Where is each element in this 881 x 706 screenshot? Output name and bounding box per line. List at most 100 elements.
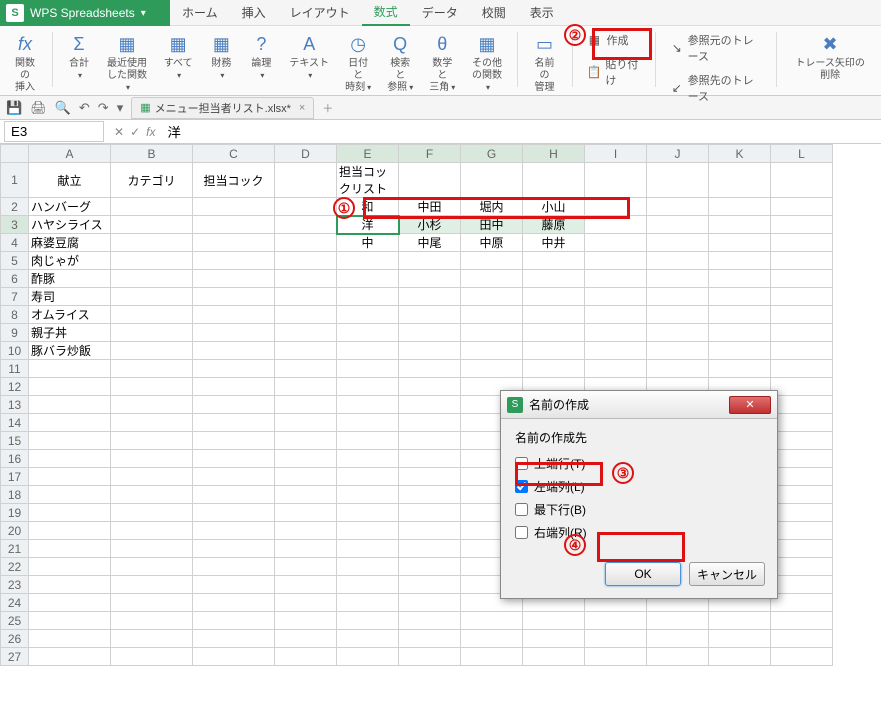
cell-C17[interactable] (193, 468, 275, 486)
cell-C8[interactable] (193, 306, 275, 324)
cell-E19[interactable] (337, 504, 399, 522)
ribbon-group-2[interactable]: ▦最近使用した関数▾ (103, 30, 151, 96)
cell-K7[interactable] (709, 288, 771, 306)
cell-I2[interactable] (585, 198, 647, 216)
cell-A16[interactable] (29, 450, 111, 468)
cell-C2[interactable] (193, 198, 275, 216)
cell-F20[interactable] (399, 522, 461, 540)
cell-D22[interactable] (275, 558, 337, 576)
cell-E12[interactable] (337, 378, 399, 396)
row-header-22[interactable]: 22 (1, 558, 29, 576)
cell-D6[interactable] (275, 270, 337, 288)
cell-I25[interactable] (585, 612, 647, 630)
cell-I7[interactable] (585, 288, 647, 306)
dialog-option-3[interactable]: 右端列(R) (515, 521, 763, 544)
cell-D14[interactable] (275, 414, 337, 432)
cell-B16[interactable] (111, 450, 193, 468)
cell-A11[interactable] (29, 360, 111, 378)
cell-A17[interactable] (29, 468, 111, 486)
col-header-G[interactable]: G (461, 145, 523, 163)
cell-B24[interactable] (111, 594, 193, 612)
close-tab-icon[interactable]: × (299, 102, 305, 114)
cell-L19[interactable] (771, 504, 833, 522)
cell-G7[interactable] (461, 288, 523, 306)
row-header-18[interactable]: 18 (1, 486, 29, 504)
cell-E22[interactable] (337, 558, 399, 576)
row-header-16[interactable]: 16 (1, 450, 29, 468)
cell-L1[interactable] (771, 163, 833, 198)
cell-H1[interactable] (523, 163, 585, 198)
cell-H25[interactable] (523, 612, 585, 630)
cell-D3[interactable] (275, 216, 337, 234)
cell-D2[interactable] (275, 198, 337, 216)
row-header-27[interactable]: 27 (1, 648, 29, 666)
cell-A8[interactable]: オムライス (29, 306, 111, 324)
cell-H2[interactable]: 小山 (523, 198, 585, 216)
cell-F26[interactable] (399, 630, 461, 648)
cell-B1[interactable]: カテゴリ (111, 163, 193, 198)
cell-G5[interactable] (461, 252, 523, 270)
cell-I5[interactable] (585, 252, 647, 270)
row-header-20[interactable]: 20 (1, 522, 29, 540)
cell-E10[interactable] (337, 342, 399, 360)
row-header-9[interactable]: 9 (1, 324, 29, 342)
col-header-A[interactable]: A (29, 145, 111, 163)
cell-D9[interactable] (275, 324, 337, 342)
row-header-2[interactable]: 2 (1, 198, 29, 216)
cell-D24[interactable] (275, 594, 337, 612)
cell-F17[interactable] (399, 468, 461, 486)
cell-C27[interactable] (193, 648, 275, 666)
cell-E9[interactable] (337, 324, 399, 342)
cell-B21[interactable] (111, 540, 193, 558)
cell-J1[interactable] (647, 163, 709, 198)
cell-L6[interactable] (771, 270, 833, 288)
cell-A25[interactable] (29, 612, 111, 630)
cell-C22[interactable] (193, 558, 275, 576)
row-header-8[interactable]: 8 (1, 306, 29, 324)
cell-C18[interactable] (193, 486, 275, 504)
cell-L7[interactable] (771, 288, 833, 306)
cell-L23[interactable] (771, 576, 833, 594)
cell-A4[interactable]: 麻婆豆腐 (29, 234, 111, 252)
menu-review[interactable]: 校閲 (470, 0, 518, 25)
cell-A1[interactable]: 献立 (29, 163, 111, 198)
cell-E23[interactable] (337, 576, 399, 594)
row-header-6[interactable]: 6 (1, 270, 29, 288)
cell-G4[interactable]: 中原 (461, 234, 523, 252)
col-header-J[interactable]: J (647, 145, 709, 163)
cell-C9[interactable] (193, 324, 275, 342)
cell-K2[interactable] (709, 198, 771, 216)
cell-E15[interactable] (337, 432, 399, 450)
cell-B10[interactable] (111, 342, 193, 360)
checkbox[interactable] (515, 503, 528, 516)
row-header-10[interactable]: 10 (1, 342, 29, 360)
cell-F13[interactable] (399, 396, 461, 414)
cell-C5[interactable] (193, 252, 275, 270)
row-header-15[interactable]: 15 (1, 432, 29, 450)
ribbon-group-8[interactable]: Q検索と参照▾ (383, 30, 417, 96)
cell-D17[interactable] (275, 468, 337, 486)
name-box[interactable] (4, 121, 104, 142)
cell-F2[interactable]: 中田 (399, 198, 461, 216)
cell-C12[interactable] (193, 378, 275, 396)
cell-K6[interactable] (709, 270, 771, 288)
cell-A3[interactable]: ハヤシライス (29, 216, 111, 234)
select-all-corner[interactable] (1, 145, 29, 163)
cell-B25[interactable] (111, 612, 193, 630)
cell-F7[interactable] (399, 288, 461, 306)
cell-I10[interactable] (585, 342, 647, 360)
cell-B12[interactable] (111, 378, 193, 396)
fx-icon[interactable]: fx (146, 125, 155, 139)
cell-K25[interactable] (709, 612, 771, 630)
save-icon[interactable]: 💾 (6, 100, 22, 116)
accept-formula-icon[interactable]: ✓ (130, 125, 140, 139)
cell-A14[interactable] (29, 414, 111, 432)
row-header-14[interactable]: 14 (1, 414, 29, 432)
cell-G26[interactable] (461, 630, 523, 648)
ok-button[interactable]: OK (605, 562, 681, 586)
dialog-option-0[interactable]: 上端行(T) (515, 452, 763, 475)
cell-J25[interactable] (647, 612, 709, 630)
cell-B13[interactable] (111, 396, 193, 414)
cell-L14[interactable] (771, 414, 833, 432)
cell-E4[interactable]: 中 (337, 234, 399, 252)
